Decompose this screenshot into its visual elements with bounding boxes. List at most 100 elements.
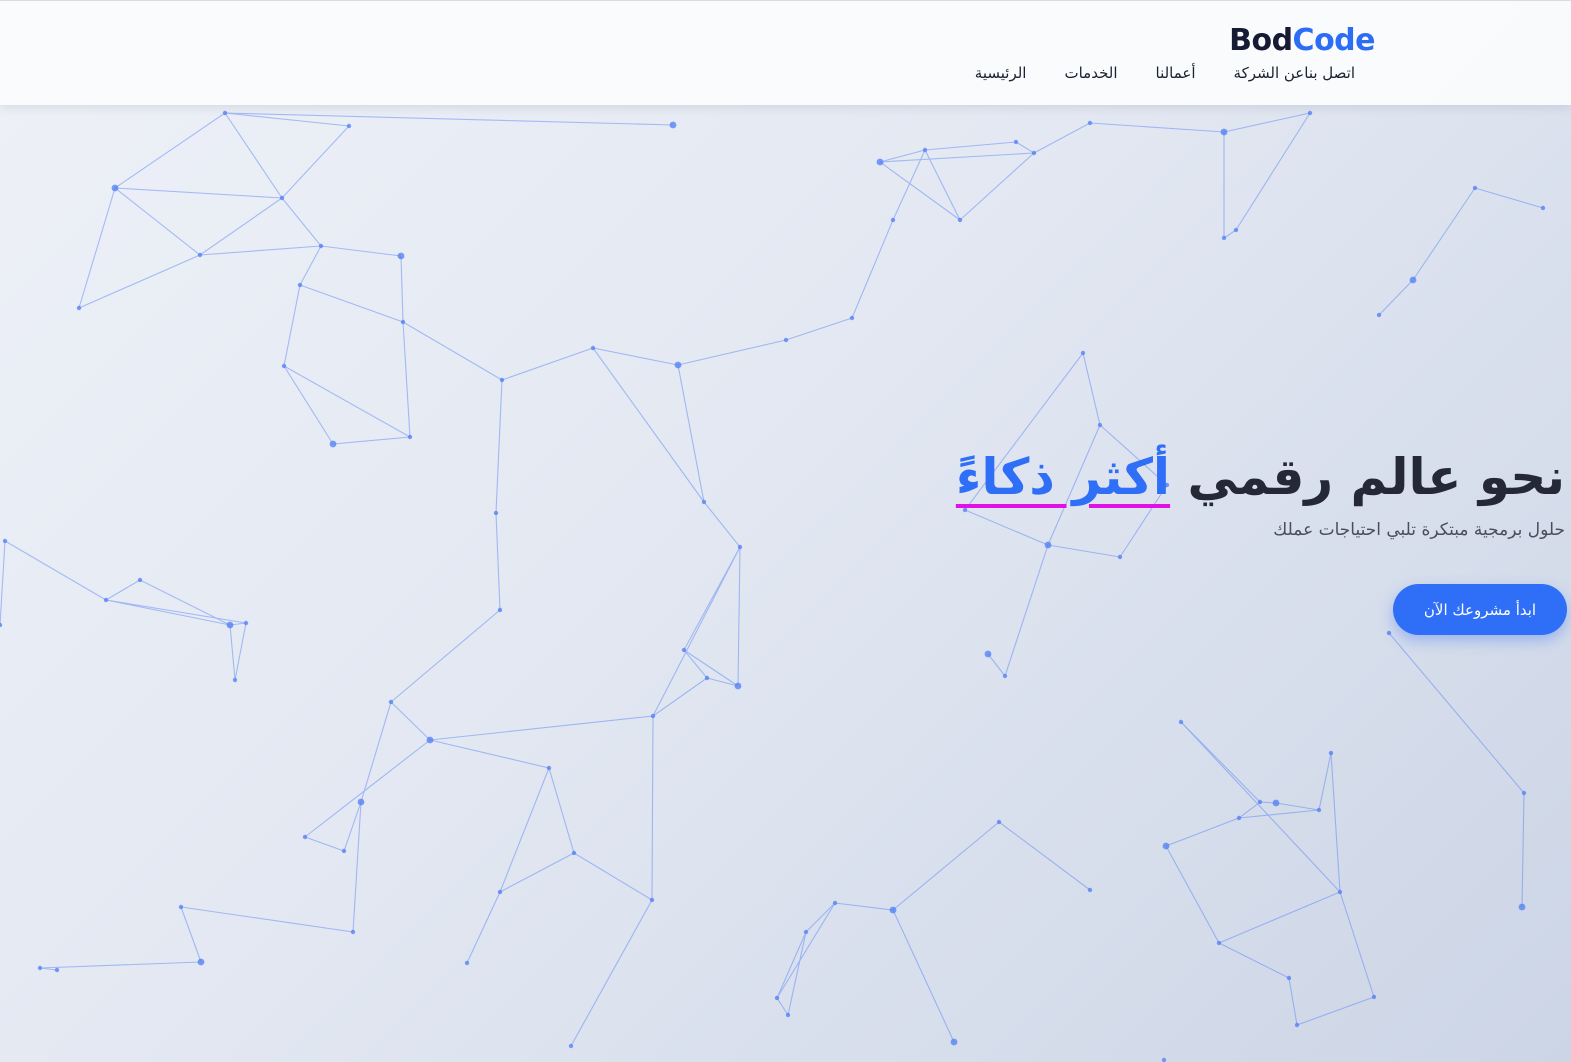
network-line [785, 317, 853, 341]
network-line [332, 436, 411, 445]
network-node [2, 538, 8, 544]
network-line [299, 245, 322, 286]
network-node [1220, 128, 1228, 136]
network-node [1257, 799, 1263, 805]
network-line [1235, 112, 1311, 231]
network-line [1288, 977, 1298, 1026]
network-node [329, 440, 337, 448]
network-node [1031, 150, 1037, 156]
network-node [1316, 807, 1322, 813]
network-node [1162, 842, 1170, 850]
network-line [229, 624, 236, 681]
network-line [703, 501, 741, 548]
nav-link-about[interactable]: عن الشركة [1234, 64, 1305, 82]
network-node [76, 305, 82, 311]
network-node [103, 597, 109, 603]
network-node [568, 1043, 574, 1049]
network-line [1165, 845, 1220, 944]
network-line [1089, 122, 1225, 133]
main-nav: الرئيسية الخدمات أعمالنا عن الشركة اتصل … [937, 64, 1355, 82]
network-node [137, 577, 143, 583]
network-line [1218, 942, 1290, 979]
network-node [497, 607, 503, 613]
network-line [429, 715, 654, 741]
network-node [1409, 276, 1417, 284]
network-node [546, 765, 552, 771]
network-line [224, 112, 283, 199]
network-node [1376, 312, 1382, 318]
hero-section: نحو عالم رقمي أكثر ذكاءً حلول برمجية مبت… [956, 440, 1565, 540]
network-line [234, 622, 247, 681]
network-node [1097, 422, 1103, 428]
network-node [426, 736, 434, 744]
network-node [1087, 887, 1093, 893]
network-line [495, 379, 503, 514]
network-line [105, 599, 231, 626]
network-node [464, 960, 470, 966]
network-line [1296, 996, 1375, 1026]
network-node [111, 184, 119, 192]
network-node [37, 965, 43, 971]
start-project-button[interactable]: ابدأ مشروعك الآن [1393, 584, 1567, 635]
network-line [924, 149, 961, 221]
network-node [226, 621, 234, 629]
network-line [78, 254, 201, 309]
network-node [590, 345, 596, 351]
network-line [1180, 721, 1341, 893]
network-node [1272, 799, 1280, 807]
network-line [570, 899, 653, 1047]
hero-title: نحو عالم رقمي أكثر ذكاءً [956, 440, 1565, 514]
network-node [318, 243, 324, 249]
network-node [1233, 227, 1239, 233]
hero-title-main: نحو عالم رقمي [1170, 448, 1565, 506]
network-line [0, 540, 6, 626]
network-node [571, 850, 577, 856]
network-line [1388, 632, 1525, 794]
network-node [1540, 205, 1546, 211]
network-line [683, 649, 739, 687]
network-line [1330, 752, 1341, 893]
network-node [357, 798, 365, 806]
logo-part-code: Code [1292, 23, 1376, 58]
network-node [1013, 139, 1019, 145]
site-header: BodCode الرئيسية الخدمات أعمالنا عن الشر… [0, 0, 1571, 105]
network-line [320, 245, 402, 257]
nav-link-home[interactable]: الرئيسية [975, 64, 1027, 82]
network-line [495, 512, 501, 611]
network-line [1238, 809, 1320, 819]
network-line [180, 906, 354, 933]
nav-link-portfolio[interactable]: أعمالنا [1156, 64, 1196, 82]
network-node [1236, 815, 1242, 821]
network-line [114, 187, 283, 199]
logo[interactable]: BodCode [1229, 23, 1375, 58]
network-line [281, 197, 322, 247]
network-line [892, 909, 955, 1043]
network-line [924, 141, 1017, 151]
network-line [651, 715, 654, 901]
network-line [592, 347, 679, 366]
network-line [39, 967, 58, 971]
network-node [650, 713, 656, 719]
network-line [304, 739, 431, 838]
network-node [1307, 110, 1313, 116]
network-line [737, 546, 741, 687]
network-line [180, 906, 202, 963]
network-line [776, 997, 789, 1016]
network-line [1412, 187, 1476, 281]
network-line [1015, 141, 1035, 154]
network-line [402, 321, 411, 438]
nav-link-contact[interactable]: اتصل بنا [1304, 64, 1355, 82]
network-line [499, 852, 575, 893]
network-line [283, 284, 301, 367]
network-node [669, 121, 677, 129]
network-node [341, 848, 347, 854]
network-node [1294, 1022, 1300, 1028]
network-line [787, 931, 807, 1016]
network-line [105, 599, 247, 624]
network-node [1518, 903, 1526, 911]
network-line [1082, 352, 1101, 426]
network-node [849, 315, 855, 321]
nav-link-services[interactable]: الخدمات [1064, 64, 1117, 82]
network-line [1223, 112, 1311, 133]
network-line [892, 821, 1000, 911]
